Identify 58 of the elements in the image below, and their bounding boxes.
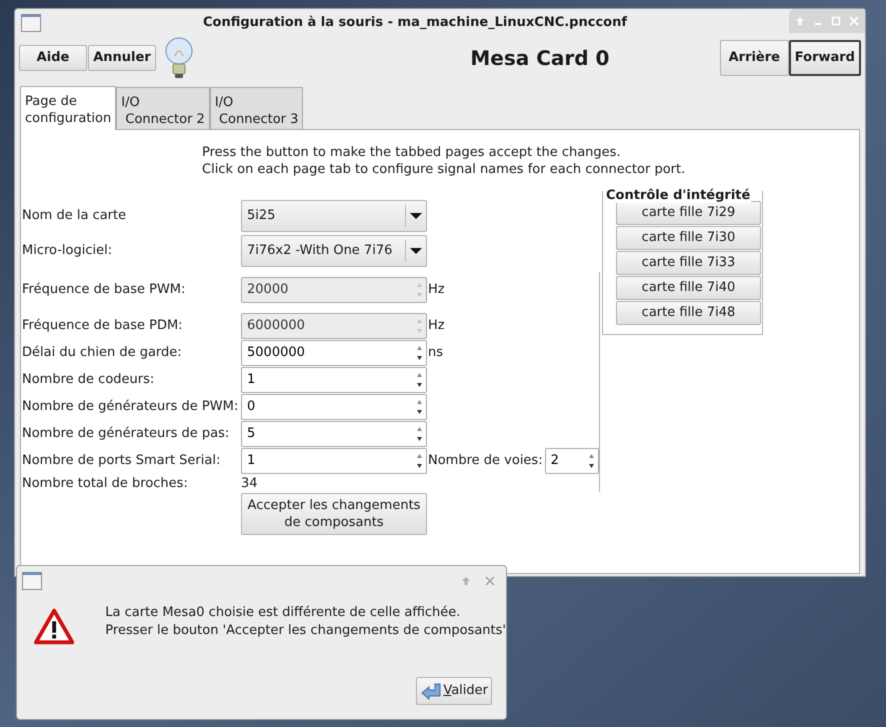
spin-field[interactable]: 1 <box>241 367 427 393</box>
field-label: Fréquence de base PWM: <box>22 281 186 300</box>
dropdown[interactable]: 7i76x2 -With One 7i76 <box>241 235 427 267</box>
nav-button[interactable]: Arrière <box>720 40 789 76</box>
unit-label: Hz <box>428 281 445 300</box>
return-arrow-icon <box>420 682 442 700</box>
instruction-text: Click on each page tab to configure signal names for each connector port. <box>202 161 686 178</box>
spin-field[interactable]: 5000000 <box>241 340 427 366</box>
maximize-icon[interactable] <box>831 16 841 26</box>
tab[interactable]: Page de configuration <box>20 86 116 130</box>
close-icon[interactable] <box>485 576 495 586</box>
tab[interactable]: I/O Connector 3 <box>210 87 304 129</box>
field-label: Nombre de voies: <box>428 452 543 470</box>
spin-field[interactable]: 0 <box>241 394 427 420</box>
window-icon <box>21 14 41 32</box>
spin-arrows-icon[interactable] <box>416 344 423 362</box>
field-label: Nombre de générateurs de pas: <box>22 425 230 444</box>
instruction-text: Press the button to make the tabbed pages accept the changes. <box>202 144 622 161</box>
field-label: Délai du chien de garde: <box>22 344 183 362</box>
toolbar-button[interactable]: Aide <box>19 45 87 71</box>
light-bulb-icon <box>163 36 195 80</box>
daughter-card-button[interactable]: carte fille 7i29 <box>616 201 761 225</box>
field-label: Nom de la carte <box>22 207 128 226</box>
spin-arrows-icon[interactable] <box>416 425 423 443</box>
daughter-card-button[interactable]: carte fille 7i33 <box>616 251 761 275</box>
spin-arrows-icon[interactable] <box>416 371 423 389</box>
field-label: Nombre total de broches: <box>22 474 189 493</box>
field-label: Nombre de générateurs de PWM: <box>22 398 240 416</box>
spin-arrows-icon[interactable] <box>588 452 595 470</box>
spin-arrows-icon[interactable] <box>416 398 423 416</box>
pin-icon[interactable] <box>461 576 471 586</box>
window-title: Configuration à la souris - ma_machine_LinuxCNC.pncconf <box>202 14 628 32</box>
group-title: Contrôle d'intégrité <box>605 189 752 203</box>
field-label: Micro-logiciel: <box>22 242 114 260</box>
warning-icon <box>34 608 74 646</box>
pin-icon[interactable] <box>795 16 805 26</box>
spin-field[interactable]: 5 <box>241 421 427 447</box>
window-icon <box>22 572 42 590</box>
field-label: Nombre de ports Smart Serial: <box>22 452 222 470</box>
daughter-card-button[interactable]: carte fille 7i30 <box>616 226 761 250</box>
dropdown[interactable]: 5i25 <box>241 200 427 232</box>
spin-arrows-icon[interactable] <box>416 452 423 470</box>
field-label: Fréquence de base PDM: <box>22 317 184 336</box>
unit-label: ns <box>428 344 444 362</box>
daughter-card-button[interactable]: carte fille 7i48 <box>616 301 761 325</box>
accept-button[interactable]: Accepter les changements de composants <box>241 493 427 535</box>
alert-message: La carte Mesa0 choisie est différente de celle affichée. Presser le bouton 'Accepter les changements de composants' <box>105 604 506 640</box>
spin-field[interactable]: 2 <box>544 448 599 474</box>
toolbar-button[interactable]: Annuler <box>88 45 156 71</box>
total-value: 34 <box>241 474 258 493</box>
tab[interactable]: I/O Connector 2 <box>116 87 210 129</box>
field-label: Nombre de codeurs: <box>22 371 156 390</box>
spin-field[interactable]: 1 <box>241 448 427 474</box>
daughter-card-button[interactable]: carte fille 7i40 <box>616 276 761 300</box>
nav-button[interactable]: Forward <box>788 40 861 76</box>
confirm-button[interactable]: Valider <box>416 677 492 705</box>
unit-label: Hz <box>428 317 445 336</box>
page-heading: Mesa Card 0 <box>469 45 610 72</box>
